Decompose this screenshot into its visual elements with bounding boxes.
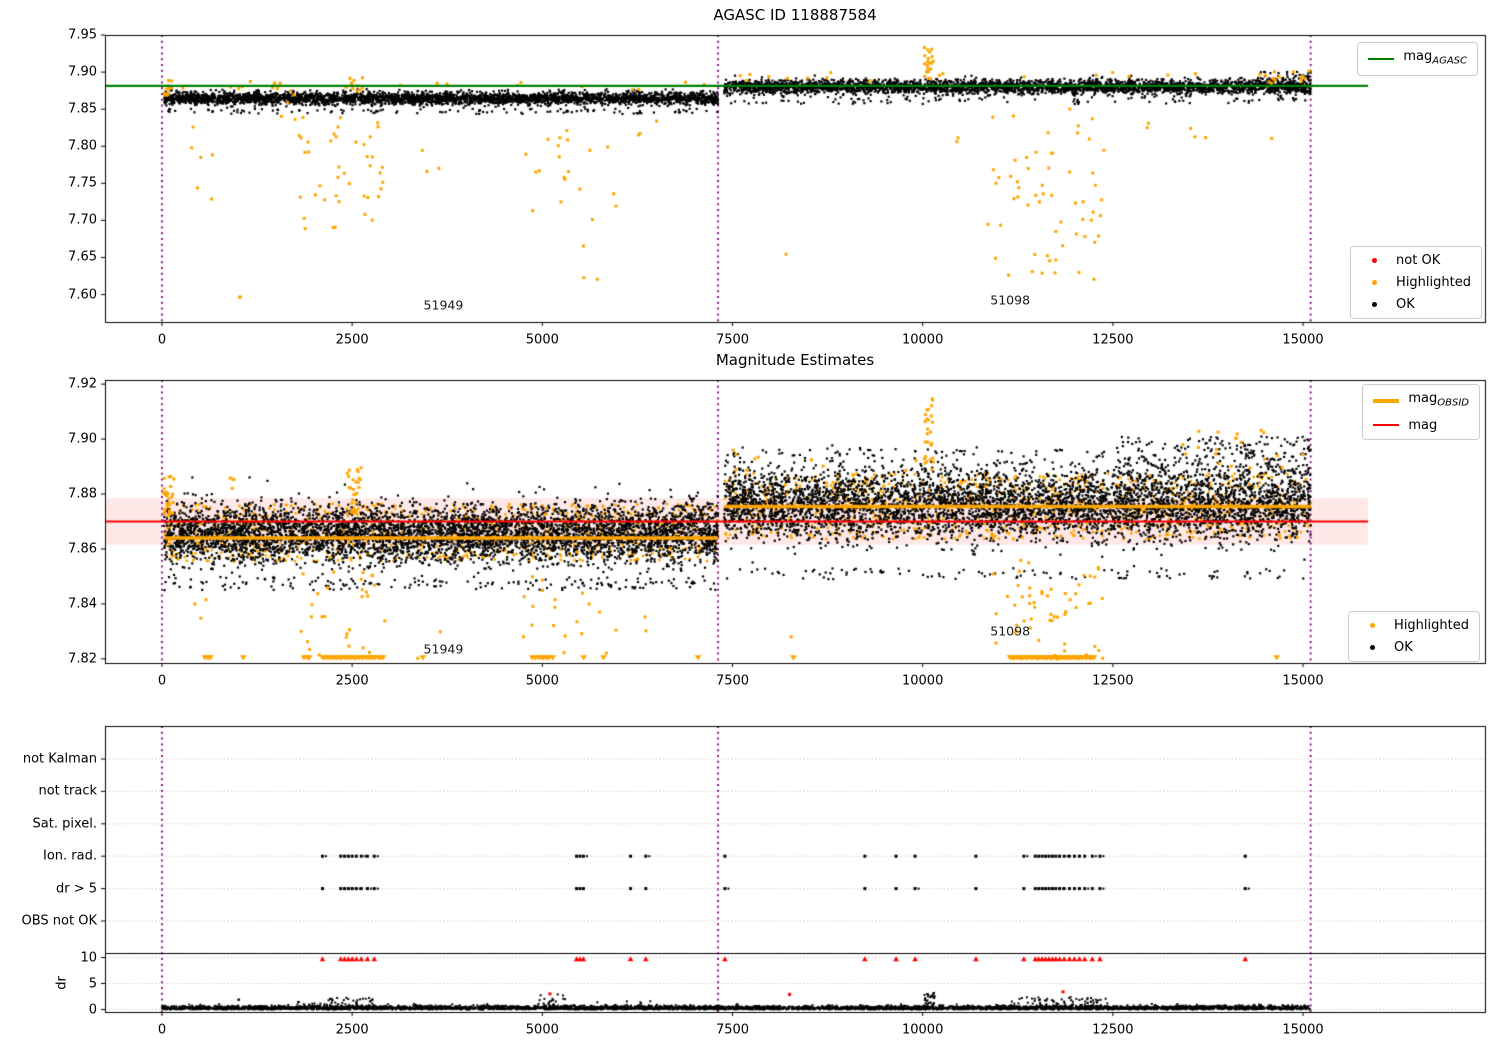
flag-row-label: OBS not OK xyxy=(21,913,98,929)
x-tick-label: 7500 xyxy=(715,673,750,689)
obsid-annotation: 51949 xyxy=(423,297,464,313)
legend-label: magOBSID xyxy=(1408,391,1469,409)
x-tick-label: 2500 xyxy=(335,1022,369,1038)
x-tick-label: 7500 xyxy=(715,1022,750,1038)
flag-row-label: Sat. pixel. xyxy=(32,816,97,832)
legend-item-mag-agasc: magAGASC xyxy=(1368,49,1467,69)
y-tick-label: 7.86 xyxy=(68,541,97,557)
x-tick-label: 5000 xyxy=(525,332,559,348)
dr-tick-label: 5 xyxy=(88,976,97,991)
y-tick-label: 7.80 xyxy=(68,138,97,154)
legend-item-highlighted: Highlighted xyxy=(1359,618,1469,633)
y-tick-label: 7.84 xyxy=(68,596,97,612)
legend-mag-agasc: magAGASC xyxy=(1357,42,1478,76)
legend-label: OK xyxy=(1396,297,1415,312)
x-tick-label: 15000 xyxy=(1282,332,1324,348)
x-tick-label: 0 xyxy=(157,673,167,689)
x-tick-label: 2500 xyxy=(335,332,369,348)
flag-row-label: dr > 5 xyxy=(55,881,97,897)
dr-tick-label: 10 xyxy=(80,950,97,965)
middle-plot-title: Magnitude Estimates xyxy=(715,351,875,369)
legend-item-highlighted: Highlighted xyxy=(1361,275,1471,290)
dr-tick-label: 0 xyxy=(88,1002,97,1017)
legend-item-mag: mag xyxy=(1373,418,1469,433)
legend-item-not-ok: not OK xyxy=(1361,253,1471,268)
x-tick-label: 7500 xyxy=(715,332,750,348)
legend-label: OK xyxy=(1394,640,1413,655)
x-tick-label: 12500 xyxy=(1092,332,1134,348)
obsid-annotation: 51098 xyxy=(990,292,1031,308)
line-swatch-icon xyxy=(1373,423,1400,427)
y-tick-label: 7.70 xyxy=(68,212,97,228)
plots-canvas xyxy=(0,0,1500,1050)
legend-item-ok: OK xyxy=(1359,640,1469,655)
flag-row-label: not Kalman xyxy=(22,751,97,767)
x-tick-label: 15000 xyxy=(1282,673,1324,689)
obsid-annotation: 51949 xyxy=(423,641,464,657)
legend-label: magAGASC xyxy=(1403,49,1467,67)
line-swatch-icon xyxy=(1368,57,1395,61)
flag-row-label: Ion. rad. xyxy=(43,848,97,864)
top-plot-title: AGASC ID 118887584 xyxy=(713,6,877,24)
x-tick-label: 5000 xyxy=(525,673,559,689)
x-tick-label: 15000 xyxy=(1282,1022,1324,1038)
x-tick-label: 2500 xyxy=(335,673,369,689)
legend-mag-obsid: magOBSID mag xyxy=(1362,384,1480,440)
x-tick-label: 0 xyxy=(157,332,167,348)
line-swatch-icon xyxy=(1373,398,1400,403)
x-tick-label: 10000 xyxy=(901,673,944,689)
legend-item-ok: OK xyxy=(1361,297,1471,312)
legend-highlighted-ok: Highlighted OK xyxy=(1348,611,1480,662)
obsid-annotation: 51098 xyxy=(990,623,1031,639)
legend-label: Highlighted xyxy=(1396,275,1471,290)
x-tick-label: 0 xyxy=(157,1022,167,1038)
legend-label: mag xyxy=(1408,417,1438,433)
legend-status: not OK Highlighted OK xyxy=(1350,246,1482,319)
y-tick-label: 7.82 xyxy=(68,651,97,667)
legend-label: not OK xyxy=(1396,253,1441,268)
dr-axis-label: dr xyxy=(54,976,70,990)
y-tick-label: 7.90 xyxy=(68,64,97,80)
y-tick-label: 7.85 xyxy=(68,101,97,117)
y-tick-label: 7.95 xyxy=(68,27,97,43)
x-tick-label: 12500 xyxy=(1092,673,1134,689)
x-tick-label: 10000 xyxy=(901,1022,944,1038)
dot-swatch-icon xyxy=(1359,645,1385,650)
dot-swatch-icon xyxy=(1359,623,1385,628)
dot-swatch-icon xyxy=(1361,280,1387,285)
y-tick-label: 7.65 xyxy=(68,249,97,265)
y-tick-label: 7.60 xyxy=(68,287,97,303)
y-tick-label: 7.75 xyxy=(68,175,97,191)
dot-swatch-icon xyxy=(1361,258,1387,263)
dot-swatch-icon xyxy=(1361,302,1387,307)
y-tick-label: 7.90 xyxy=(68,431,97,447)
y-tick-label: 7.92 xyxy=(68,376,97,392)
y-tick-label: 7.88 xyxy=(68,486,97,502)
x-tick-label: 12500 xyxy=(1092,1022,1134,1038)
legend-label: Highlighted xyxy=(1394,618,1469,633)
legend-item-mag-obsid: magOBSID xyxy=(1373,391,1469,411)
x-tick-label: 5000 xyxy=(525,1022,559,1038)
x-tick-label: 10000 xyxy=(901,332,944,348)
flag-row-label: not track xyxy=(38,783,97,799)
figure: AGASC ID 118887584 Magnitude Estimates m… xyxy=(0,0,1500,1050)
